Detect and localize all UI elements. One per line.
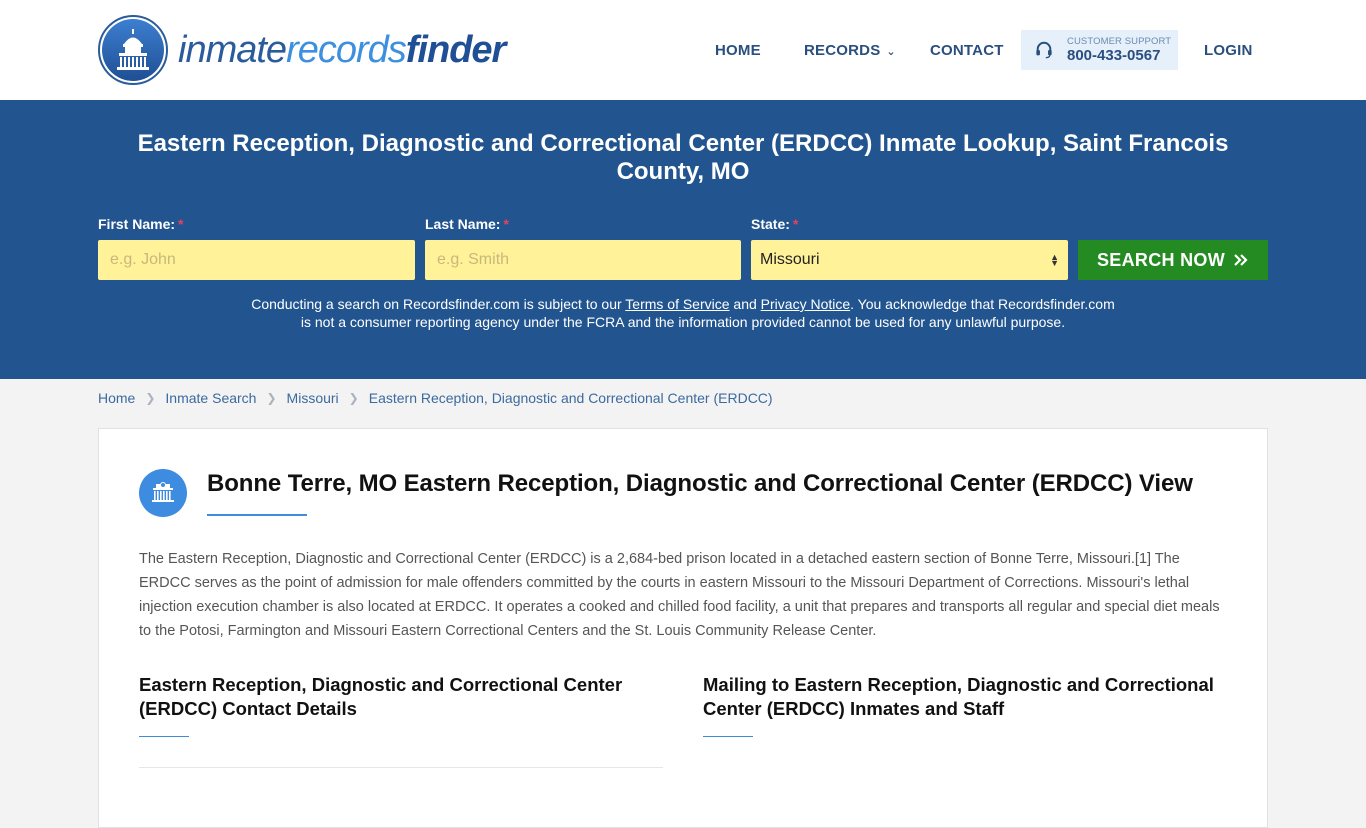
support-label: CUSTOMER SUPPORT	[1067, 35, 1172, 47]
state-select[interactable]: Missouri ▲ ▼	[751, 240, 1068, 280]
search-now-button[interactable]: SEARCH NOW	[1078, 240, 1268, 280]
chevron-right-icon: ❯	[348, 391, 359, 405]
contact-details-section: Eastern Reception, Diagnostic and Correc…	[139, 673, 663, 768]
mailing-section: Mailing to Eastern Reception, Diagnostic…	[703, 673, 1233, 737]
chevron-right-icon: ❯	[266, 391, 277, 405]
disclaimer-text: and	[729, 296, 761, 312]
search-button-label: SEARCH NOW	[1097, 249, 1225, 270]
nav-records[interactable]: RECORDS ⌄	[804, 42, 896, 59]
state-select-value: Missouri	[760, 251, 820, 268]
facility-description: The Eastern Reception, Diagnostic and Co…	[139, 551, 1220, 639]
facility-card: Bonne Terre, MO Eastern Reception, Diagn…	[98, 428, 1268, 828]
title-underline	[207, 514, 307, 516]
logo-part-inmate: inmate	[178, 29, 287, 71]
state-field-group: State: * Missouri ▲ ▼	[751, 216, 1068, 280]
nav-home[interactable]: HOME	[715, 42, 761, 59]
mailing-heading: Mailing to Eastern Reception, Diagnostic…	[703, 674, 1214, 719]
required-mark: *	[178, 216, 184, 232]
card-header: Bonne Terre, MO Eastern Reception, Diagn…	[139, 469, 1227, 517]
disclaimer-text: Conducting a search on Recordsfinder.com…	[251, 296, 626, 312]
support-phone: 800-433-0567	[1067, 47, 1161, 65]
heading-underline	[703, 736, 753, 737]
required-mark: *	[792, 216, 799, 232]
customer-support-button[interactable]: CUSTOMER SUPPORT 800-433-0567	[1021, 30, 1178, 70]
last-name-label: Last Name: *	[425, 216, 509, 232]
logo-part-finder: finder	[405, 29, 507, 71]
breadcrumb-inmate-search[interactable]: Inmate Search	[165, 390, 256, 406]
chevron-right-icon: ❯	[145, 391, 156, 405]
breadcrumb-current[interactable]: Eastern Reception, Diagnostic and Correc…	[369, 390, 773, 406]
select-arrows-icon: ▲ ▼	[1050, 252, 1059, 268]
breadcrumb-home[interactable]: Home	[98, 390, 135, 406]
breadcrumb: Home ❯ Inmate Search ❯ Missouri ❯ Easter…	[0, 379, 1366, 417]
contact-details-heading: Eastern Reception, Diagnostic and Correc…	[139, 674, 623, 719]
capitol-logo-icon	[98, 15, 168, 85]
main-nav: HOME RECORDS ⌄ CONTACT CUSTOMER SUPPORT …	[700, 30, 1268, 70]
headset-icon	[1036, 41, 1052, 59]
search-hero: Eastern Reception, Diagnostic and Correc…	[0, 100, 1366, 379]
logo-wordmark: inmaterecordsfinder	[178, 29, 507, 71]
last-name-input[interactable]	[425, 240, 741, 280]
site-logo[interactable]: inmaterecordsfinder	[98, 15, 507, 85]
terms-of-service-link[interactable]: Terms of Service	[625, 296, 729, 312]
site-header: inmaterecordsfinder HOME RECORDS ⌄ CONTA…	[0, 0, 1366, 100]
page-title: Eastern Reception, Diagnostic and Correc…	[137, 130, 1229, 185]
logo-part-records: records	[286, 29, 407, 71]
prison-building-icon	[139, 469, 187, 517]
double-chevron-right-icon	[1234, 254, 1248, 266]
breadcrumb-missouri[interactable]: Missouri	[287, 390, 339, 406]
last-name-field-group: Last Name: *	[425, 216, 741, 280]
state-label: State: *	[751, 216, 799, 232]
nav-login[interactable]: LOGIN	[1204, 42, 1253, 59]
required-mark: *	[503, 216, 509, 232]
search-form: First Name:* Last Name:* State:* Missour…	[98, 216, 1268, 280]
first-name-label: First Name: *	[98, 216, 184, 232]
heading-underline	[139, 736, 189, 737]
nav-contact[interactable]: CONTACT	[930, 42, 1004, 59]
first-name-field-group: First Name: *	[98, 216, 415, 280]
search-disclaimer: Conducting a search on Recordsfinder.com…	[250, 295, 1116, 331]
nav-records-label: RECORDS	[804, 41, 881, 59]
chevron-down-icon: ⌄	[886, 45, 896, 58]
facility-title: Bonne Terre, MO Eastern Reception, Diagn…	[207, 470, 1193, 497]
first-name-input[interactable]	[98, 240, 415, 280]
privacy-notice-link[interactable]: Privacy Notice	[761, 296, 850, 312]
